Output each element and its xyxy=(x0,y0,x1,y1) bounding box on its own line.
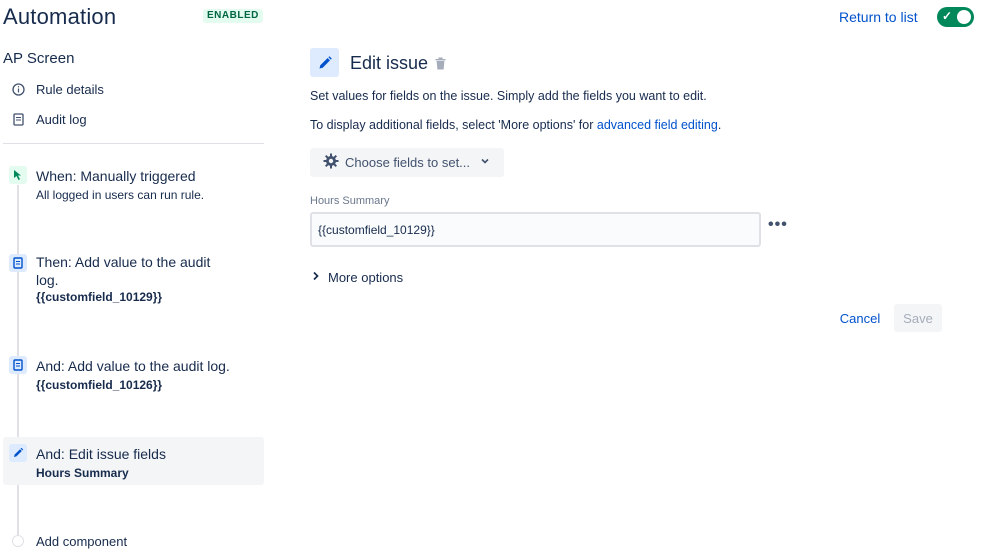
gear-icon xyxy=(323,153,339,172)
add-component-dot xyxy=(12,535,24,547)
document-icon xyxy=(10,113,26,126)
step-trigger[interactable] xyxy=(9,166,27,184)
step-action-2[interactable] xyxy=(9,356,27,374)
status-badge: ENABLED xyxy=(203,9,263,23)
add-component-link[interactable]: Add component xyxy=(36,534,127,550)
field-label: Hours Summary xyxy=(310,195,390,207)
hint-text: To display additional fields, select 'Mo… xyxy=(310,118,597,132)
sidebar-item-label: Rule details xyxy=(36,82,104,97)
chevron-right-icon xyxy=(312,271,320,284)
step-title[interactable]: Then: Add value to the audit xyxy=(36,253,210,271)
chevron-down-icon xyxy=(480,156,490,169)
cancel-button[interactable]: Cancel xyxy=(834,304,886,332)
sidebar-item-audit-log[interactable]: Audit log xyxy=(10,112,87,127)
step-title[interactable]: When: Manually triggered xyxy=(36,167,196,185)
step-subtitle: {{customfield_10129}} xyxy=(36,290,163,304)
choose-fields-label: Choose fields to set... xyxy=(345,155,471,170)
step-subtitle: All logged in users can run rule. xyxy=(36,188,205,202)
document-icon xyxy=(9,254,27,272)
hint-suffix: . xyxy=(717,118,722,132)
cursor-click-icon xyxy=(9,166,27,184)
more-actions-icon[interactable]: ••• xyxy=(768,216,788,234)
sidebar-item-label: Audit log xyxy=(36,112,87,127)
step-subtitle: Hours Summary xyxy=(36,466,129,480)
sidebar-item-rule-details[interactable]: Rule details xyxy=(10,82,104,97)
step-title[interactable]: And: Edit issue fields xyxy=(36,445,166,463)
choose-fields-button[interactable]: Choose fields to set... xyxy=(310,148,504,177)
rule-name: AP Screen xyxy=(3,50,75,67)
return-to-list-link[interactable]: Return to list xyxy=(839,9,918,25)
panel-description: Set values for fields on the issue. Simp… xyxy=(310,89,707,103)
more-options-label: More options xyxy=(328,270,404,285)
page-title: Automation xyxy=(3,4,117,29)
hours-summary-input[interactable] xyxy=(310,212,761,247)
save-button[interactable]: Save xyxy=(894,304,942,332)
pencil-icon xyxy=(310,48,339,77)
step-subtitle: {{customfield_10126}} xyxy=(36,378,163,392)
document-icon xyxy=(9,356,27,374)
panel-additional-hint: To display additional fields, select 'Mo… xyxy=(310,118,721,132)
divider xyxy=(3,143,264,144)
step-action-3[interactable] xyxy=(9,444,27,462)
step-title-continued[interactable]: log. xyxy=(36,271,59,289)
trash-icon[interactable] xyxy=(435,57,446,75)
rule-enabled-toggle[interactable]: ✓ xyxy=(937,7,974,27)
toggle-knob xyxy=(957,10,971,24)
pencil-icon xyxy=(9,444,27,462)
more-options-toggle[interactable]: More options xyxy=(312,270,403,285)
advanced-field-editing-link[interactable]: advanced field editing xyxy=(597,118,718,132)
check-icon: ✓ xyxy=(942,9,953,23)
step-action-1[interactable] xyxy=(9,254,27,272)
step-title[interactable]: And: Add value to the audit log. xyxy=(36,357,230,375)
info-icon xyxy=(10,83,26,96)
panel-title: Edit issue xyxy=(350,53,429,73)
